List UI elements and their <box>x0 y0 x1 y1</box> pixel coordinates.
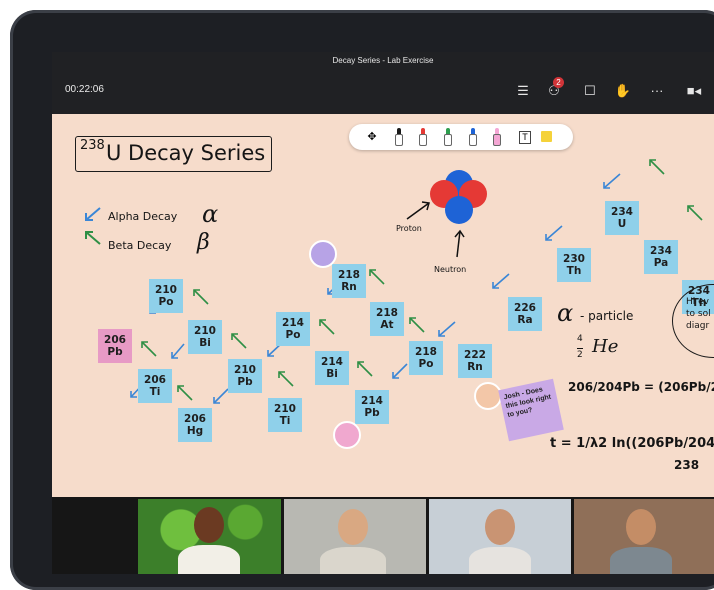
collaborator-avatar[interactable] <box>333 421 361 449</box>
nuclide-cell[interactable]: 210 Pb <box>228 359 262 393</box>
nuclide-cell[interactable]: 234 U <box>605 201 639 235</box>
nuclide-cell[interactable]: 218 Po <box>409 341 443 375</box>
teams-meeting-window: Decay Series - Lab Exercise 00:22:06 ☰ ⚇… <box>52 52 714 574</box>
video-tile[interactable] <box>429 499 571 574</box>
speech-bubble-line: to sol <box>686 309 711 319</box>
participants-button[interactable]: ☰ <box>511 79 535 103</box>
nuclide-cell[interactable]: 214 Po <box>276 312 310 346</box>
chat-button[interactable]: ☐ <box>578 79 602 103</box>
nuclide-cell[interactable]: 226 Ra <box>508 297 542 331</box>
age-equation: t = 1/λ2 ln((206Pb/204Pb)-( <box>550 436 714 451</box>
meeting-control-bar: 00:22:06 ☰ ⚇ 2 ☐ ✋ ··· ■◂ <box>52 70 714 114</box>
speech-bubble-line: diagr <box>686 321 710 331</box>
more-options-button[interactable]: ··· <box>645 79 669 103</box>
nuclide-cell[interactable]: 206 Hg <box>178 408 212 442</box>
camera-icon: ■◂ <box>686 83 702 98</box>
nuclide-cell[interactable]: 218 Rn <box>332 264 366 298</box>
nuclide-cell[interactable]: 214 Bi <box>315 351 349 385</box>
age-equation-denominator: 238 <box>674 458 700 472</box>
he-atomic-number: 2 <box>577 348 583 360</box>
video-tile[interactable] <box>284 499 426 574</box>
participant-face <box>194 507 224 543</box>
notification-badge: 2 <box>553 77 564 88</box>
participant-body <box>320 547 386 574</box>
collaborator-avatar[interactable] <box>309 240 337 268</box>
participant-face <box>485 509 515 545</box>
breakout-rooms-button[interactable]: ⚇ 2 <box>542 77 566 103</box>
nuclide-cell[interactable]: 210 Po <box>149 279 183 313</box>
more-options-icon: ··· <box>650 83 664 98</box>
nuclide-cell[interactable]: 230 Th <box>557 248 591 282</box>
nuclide-cell-highlighted[interactable]: 206 Pb <box>98 329 132 363</box>
he-symbol: He <box>592 336 619 357</box>
nuclide-cell[interactable]: 206 Ti <box>138 369 172 403</box>
isotope-equation: 206/204Pb = (206Pb/204Pb) + 238U/204 <box>568 380 714 394</box>
nuclide-cell[interactable]: 210 Bi <box>188 320 222 354</box>
window-title: Decay Series - Lab Exercise <box>52 52 714 70</box>
participant-body <box>178 545 240 574</box>
participant-body <box>469 547 531 574</box>
nuclide-cell[interactable]: 210 Ti <box>268 398 302 432</box>
meeting-timer: 00:22:06 <box>65 84 104 95</box>
video-gallery <box>52 497 714 574</box>
alpha-particle-label: - particle <box>580 309 634 323</box>
video-tile-active-speaker[interactable] <box>138 499 281 574</box>
nuclide-cell[interactable]: 234 Pa <box>644 240 678 274</box>
chat-icon: ☐ <box>584 83 596 98</box>
whiteboard-canvas[interactable]: ✥ T 238 U Decay Series Alpha Decay α Bet… <box>52 114 714 497</box>
participant-face <box>338 509 368 545</box>
nuclide-cell[interactable]: 222 Rn <box>458 344 492 378</box>
he-mass-number: 4 <box>577 334 583 344</box>
camera-button[interactable]: ■◂ <box>682 79 706 103</box>
nuclide-cell[interactable]: 218 At <box>370 302 404 336</box>
participants-icon: ☰ <box>517 83 529 98</box>
raise-hand-icon: ✋ <box>614 83 632 98</box>
raise-hand-button[interactable]: ✋ <box>611 79 635 103</box>
nuclide-cell[interactable]: 214 Pb <box>355 390 389 424</box>
video-tile[interactable] <box>574 499 714 574</box>
participant-face <box>626 509 656 545</box>
alpha-particle-symbol: α <box>557 299 574 327</box>
collaborator-avatar[interactable] <box>474 382 502 410</box>
speech-bubble-line: Hi ev <box>686 297 709 307</box>
participant-body <box>610 547 672 574</box>
